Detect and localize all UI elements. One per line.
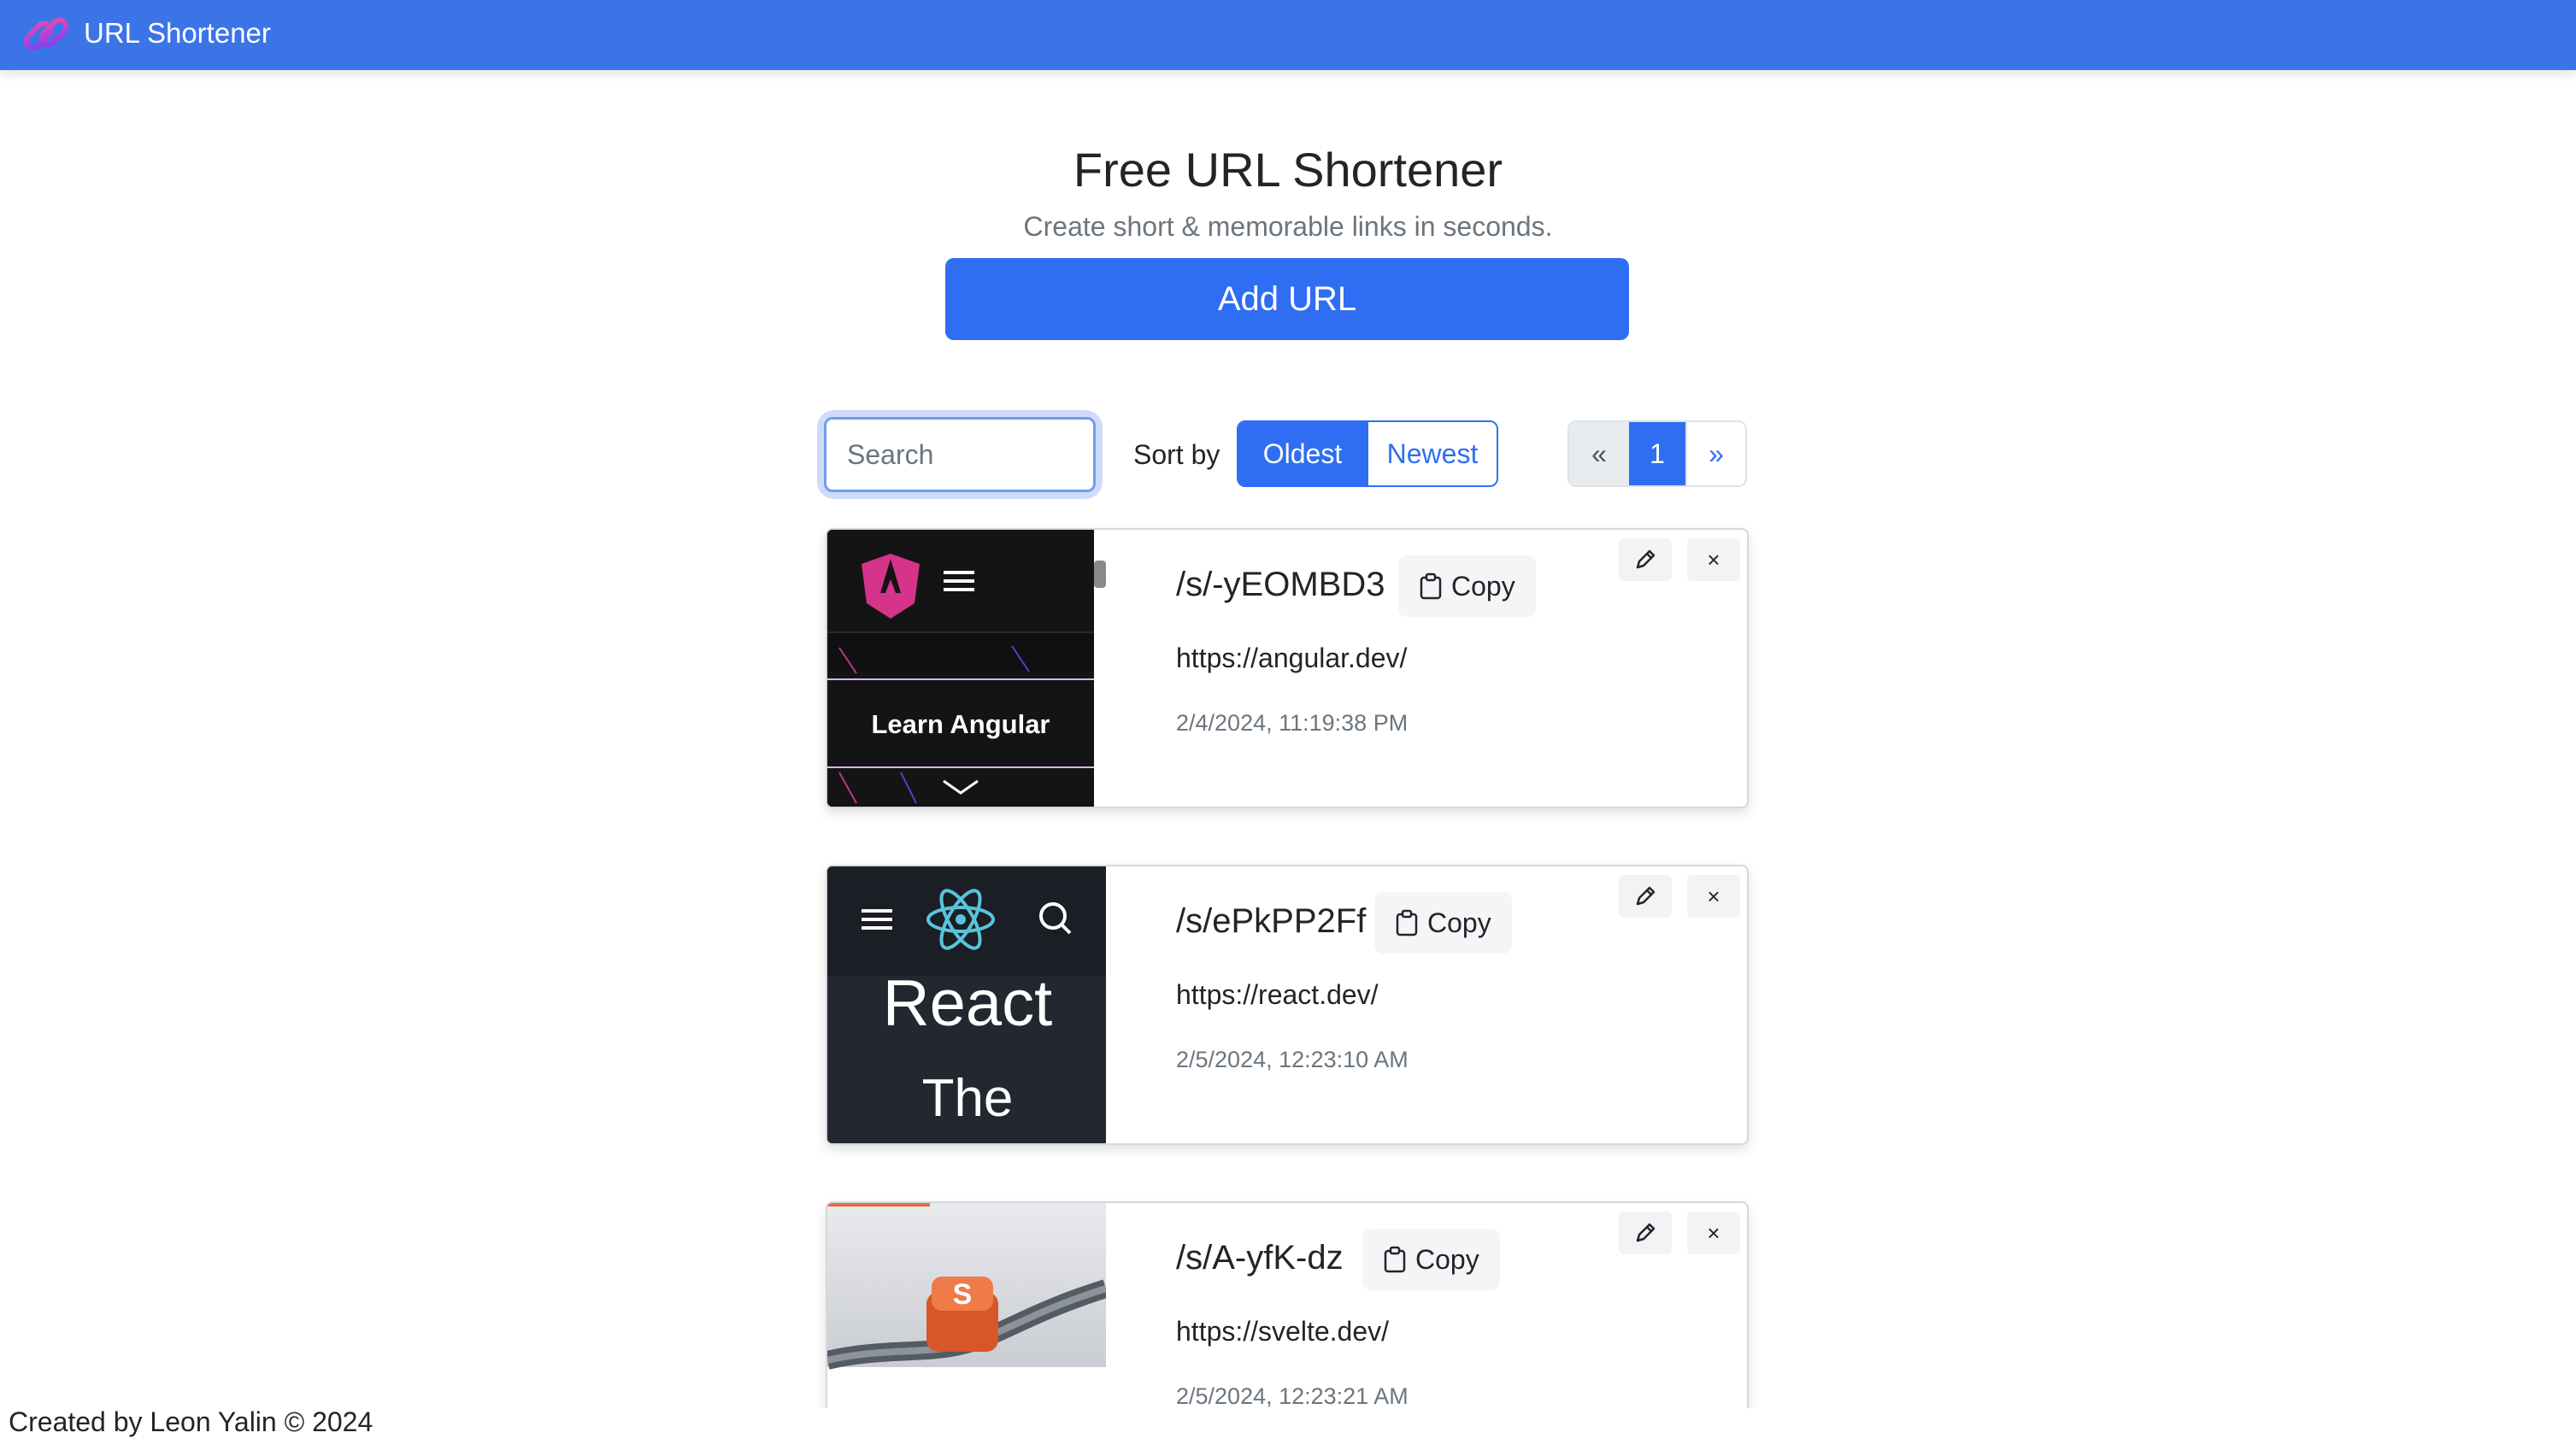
link-preview-thumbnail[interactable]: React The: [827, 866, 1106, 1143]
close-icon: ×: [1707, 1219, 1720, 1246]
long-url[interactable]: https://react.dev/: [1176, 978, 1379, 1012]
close-icon: ×: [1707, 883, 1720, 909]
page-subtitle: Create short & memorable links in second…: [1023, 211, 1553, 242]
pagination-prev-button[interactable]: «: [1569, 422, 1629, 485]
short-link[interactable]: /s/ePkPP2Ff: [1176, 901, 1366, 942]
sort-label: Sort by: [1133, 439, 1220, 470]
footer-credit: Created by Leon Yalin © 2024: [9, 1406, 373, 1437]
thumbnail-subheading: The: [922, 1069, 1014, 1128]
edit-button[interactable]: [1619, 538, 1672, 581]
copy-button-label: Copy: [1427, 907, 1491, 938]
pagination-page-1[interactable]: 1: [1629, 422, 1685, 485]
clipboard-icon: [1396, 909, 1418, 936]
long-url[interactable]: https://svelte.dev/: [1176, 1314, 1389, 1348]
link-preview-thumbnail[interactable]: Learn Angular: [827, 530, 1094, 807]
sort-oldest-button[interactable]: Oldest: [1238, 422, 1367, 485]
brand-title[interactable]: URL Shortener: [84, 16, 271, 50]
delete-button[interactable]: ×: [1687, 1212, 1740, 1254]
angular-preview-graphic: Learn Angular: [827, 530, 1094, 807]
chain-link-icon[interactable]: [19, 7, 74, 62]
created-timestamp: 2/5/2024, 12:23:21 AM: [1176, 1383, 1409, 1409]
page-title: Free URL Shortener: [1073, 143, 1503, 197]
pagination: « 1 »: [1567, 420, 1747, 487]
link-card: Learn Angular /s/-yEOMBD3 Copy https://a…: [826, 528, 1749, 808]
delete-button[interactable]: ×: [1687, 875, 1740, 918]
copy-button[interactable]: Copy: [1398, 555, 1536, 617]
delete-button[interactable]: ×: [1687, 538, 1740, 581]
sort-toggle-group: Oldest Newest: [1237, 420, 1498, 487]
pencil-icon: [1636, 1223, 1656, 1242]
sort-newest-button[interactable]: Newest: [1367, 422, 1497, 485]
edit-button[interactable]: [1619, 875, 1672, 918]
thumbnail-caption: Learn Angular: [872, 709, 1050, 739]
add-url-button[interactable]: Add URL: [945, 258, 1629, 340]
short-link[interactable]: /s/A-yfK-dz: [1176, 1237, 1344, 1278]
edit-button[interactable]: [1619, 1212, 1672, 1254]
link-card: React The /s/ePkPP2Ff Copy https://react…: [826, 865, 1749, 1145]
copy-button-label: Copy: [1451, 570, 1515, 602]
search-input[interactable]: [824, 417, 1096, 492]
pagination-next-button[interactable]: »: [1685, 422, 1745, 485]
copy-button[interactable]: Copy: [1362, 1229, 1500, 1290]
copy-button[interactable]: Copy: [1374, 892, 1512, 954]
clipboard-icon: [1384, 1246, 1406, 1273]
footer-bar: [0, 1408, 2576, 1456]
short-link[interactable]: /s/-yEOMBD3: [1176, 564, 1385, 605]
copy-button-label: Copy: [1415, 1243, 1479, 1275]
created-timestamp: 2/4/2024, 11:19:38 PM: [1176, 710, 1409, 736]
scrollbar-thumb[interactable]: [1094, 561, 1106, 588]
clipboard-icon: [1420, 572, 1442, 600]
pencil-icon: [1636, 549, 1656, 569]
pencil-icon: [1636, 886, 1656, 906]
svg-text:S: S: [953, 1278, 973, 1311]
long-url[interactable]: https://angular.dev/: [1176, 641, 1407, 675]
thumbnail-heading: React: [883, 967, 1053, 1040]
navbar: URL Shortener: [0, 0, 2576, 70]
search-wrapper: [824, 417, 1096, 492]
created-timestamp: 2/5/2024, 12:23:10 AM: [1176, 1047, 1409, 1072]
close-icon: ×: [1707, 546, 1720, 572]
react-preview-graphic: React The: [827, 866, 1106, 1143]
